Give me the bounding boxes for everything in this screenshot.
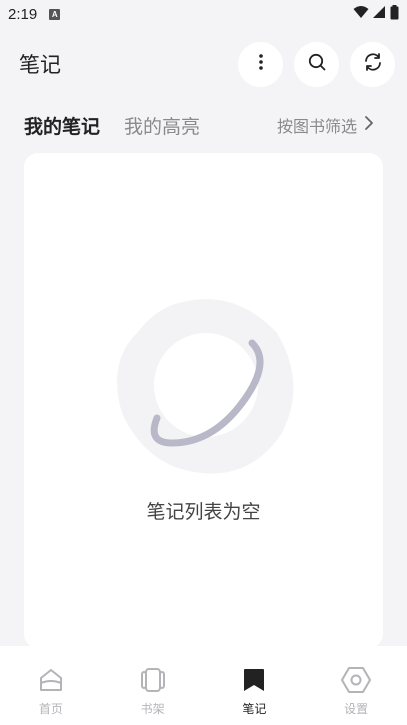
search-icon (307, 52, 327, 76)
sync-button[interactable] (350, 41, 395, 87)
nav-item-bookshelf[interactable]: 书架 (102, 646, 204, 725)
nav-item-settings[interactable]: 设置 (305, 646, 407, 725)
sync-icon (362, 51, 384, 77)
filter-by-book-button[interactable]: 按图书筛选 (277, 113, 407, 137)
search-button[interactable] (294, 41, 339, 87)
home-icon (37, 666, 65, 698)
tab-my-notes[interactable]: 我的笔记 (24, 112, 100, 139)
notes-list-card: 笔记列表为空 (24, 153, 383, 648)
nav-label-notes: 笔记 (242, 702, 267, 716)
bookmark-icon (240, 666, 268, 698)
nav-item-notes[interactable]: 笔记 (204, 646, 306, 725)
nav-label-home: 首页 (38, 702, 63, 716)
more-vert-icon (251, 52, 271, 76)
nav-item-home[interactable]: 首页 (0, 646, 102, 725)
settings-hexagon-icon (341, 666, 372, 698)
bookshelf-icon (139, 666, 167, 698)
status-icons (353, 4, 399, 24)
nav-label-bookshelf: 书架 (140, 702, 165, 716)
status-bar: 2:19 A (0, 0, 407, 28)
header-actions (238, 41, 407, 87)
notification-badge: A (49, 8, 61, 20)
tab-my-highlights[interactable]: 我的高亮 (124, 112, 200, 139)
page-title: 笔记 (19, 53, 61, 77)
status-time: 2:19 (8, 5, 38, 23)
nav-label-settings: 设置 (344, 702, 369, 716)
chevron-right-icon (363, 115, 375, 135)
planet-icon (112, 293, 297, 482)
app-header: 笔记 (0, 40, 407, 88)
battery-icon (390, 4, 399, 24)
more-options-button[interactable] (238, 41, 283, 87)
wifi-icon (353, 5, 369, 23)
signal-icon (373, 5, 386, 23)
bottom-navigation: 首页 书架 笔记 设置 (0, 646, 407, 725)
empty-state-message: 笔记列表为空 (146, 501, 261, 523)
filter-label: 按图书筛选 (276, 117, 357, 136)
notes-tabs: 我的笔记 我的高亮 按图书筛选 (0, 106, 407, 144)
